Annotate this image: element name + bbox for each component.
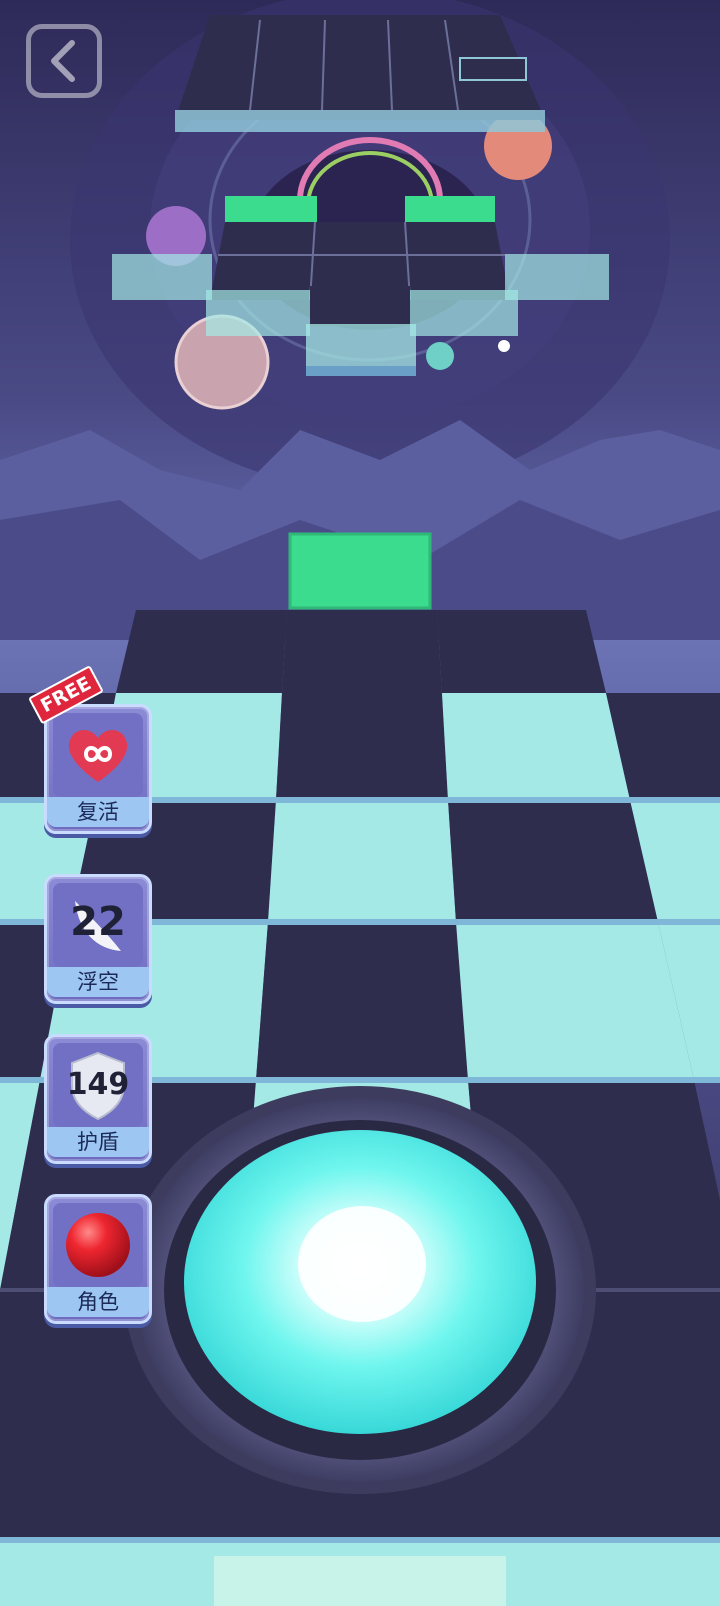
chevron-left-icon <box>51 40 75 82</box>
shield-icon-area: 149 <box>53 1043 143 1127</box>
back-button[interactable] <box>26 24 102 98</box>
revive-button[interactable]: 复活 <box>44 704 152 834</box>
revive-label: 复活 <box>47 797 149 827</box>
float-label: 浮空 <box>47 967 149 997</box>
shield-button[interactable]: 149 护盾 <box>44 1034 152 1164</box>
shield-count: 149 <box>66 1067 130 1102</box>
character-label: 角色 <box>47 1287 149 1317</box>
float-count: 22 <box>70 899 126 945</box>
red-ball-icon <box>66 1213 130 1277</box>
heart-infinity-icon <box>68 729 128 782</box>
character-button[interactable]: 角色 <box>44 1194 152 1324</box>
float-icon-area: 22 <box>53 883 143 967</box>
float-button[interactable]: 22 浮空 <box>44 874 152 1004</box>
shield-label: 护盾 <box>47 1127 149 1157</box>
revive-icon-area <box>53 713 143 797</box>
character-icon-area <box>53 1203 143 1287</box>
